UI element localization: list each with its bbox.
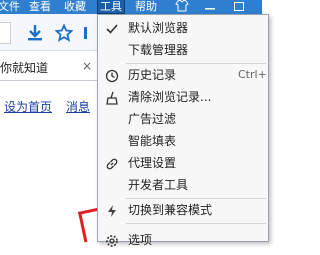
menu-item-label: 清除浏览记录... [128,90,212,104]
menu-item-label: 切换到兼容模式 [128,203,213,217]
menu-item-clear-history[interactable]: 清除浏览记录... [98,86,266,108]
news-link[interactable]: 消息 [66,98,90,115]
menu-item-compat-mode[interactable]: 切换到兼容模式 [98,199,266,221]
tab-divider [0,80,100,81]
menu-item-label: 智能填表 [128,134,177,148]
menu-item-history[interactable]: 历史记录 Ctrl+ [98,64,267,86]
menu-item-options[interactable]: 选项 [98,229,266,251]
menu-item-smart-fill[interactable]: 智能填表 [98,130,266,152]
tools-menu: 默认浏览器 下载管理器 历史记录 Ctrl+ 清除浏览记录... 广告过滤 智能… [97,14,269,247]
menu-bar: 文件 查看 收藏 工具 帮助 [0,0,262,14]
download-icon[interactable] [26,24,42,41]
menu-item-ad-filter[interactable]: 广告过滤 [98,108,266,130]
menu-separator [126,223,266,224]
broom-icon [105,90,119,105]
menu-favorites[interactable]: 收藏 [62,0,88,14]
minimize-icon[interactable] [205,0,215,14]
menu-view[interactable]: 查看 [27,0,53,14]
menu-file[interactable]: 文件 [0,0,22,14]
menu-item-dev-tools[interactable]: 开发者工具 [98,174,266,196]
menu-item-label: 默认浏览器 [128,21,189,35]
clock-icon [105,68,119,83]
menu-item-label: 开发者工具 [128,178,189,192]
menu-item-default-browser[interactable]: 默认浏览器 [98,17,266,39]
menu-item-label: 选项 [128,233,153,247]
menu-item-label: 下载管理器 [128,43,189,57]
check-icon [105,21,119,35]
more-icon[interactable] [82,24,98,40]
lightning-icon [105,203,119,217]
menu-item-proxy-settings[interactable]: 代理设置 [98,152,266,174]
menu-help[interactable]: 帮助 [133,0,159,14]
address-bar-edge[interactable] [0,22,11,44]
menu-item-label: 历史记录 [128,68,177,82]
tab-close-icon[interactable]: × [82,59,92,73]
gear-icon [105,233,119,247]
tab[interactable]: 你就知道 × [0,51,100,81]
tab-title: 你就知道 [0,61,49,75]
set-homepage-link[interactable]: 设为首页 [4,98,52,115]
maximize-icon[interactable] [234,0,244,14]
menu-item-label: 代理设置 [128,156,177,170]
skin-icon[interactable] [175,0,189,14]
menu-tools[interactable]: 工具 [97,0,125,14]
menu-item-download-manager[interactable]: 下载管理器 [98,39,266,61]
menu-item-shortcut: Ctrl+ [238,68,267,81]
menu-item-label: 广告过滤 [128,112,177,126]
star-icon[interactable] [54,23,74,42]
link-icon [105,156,119,170]
